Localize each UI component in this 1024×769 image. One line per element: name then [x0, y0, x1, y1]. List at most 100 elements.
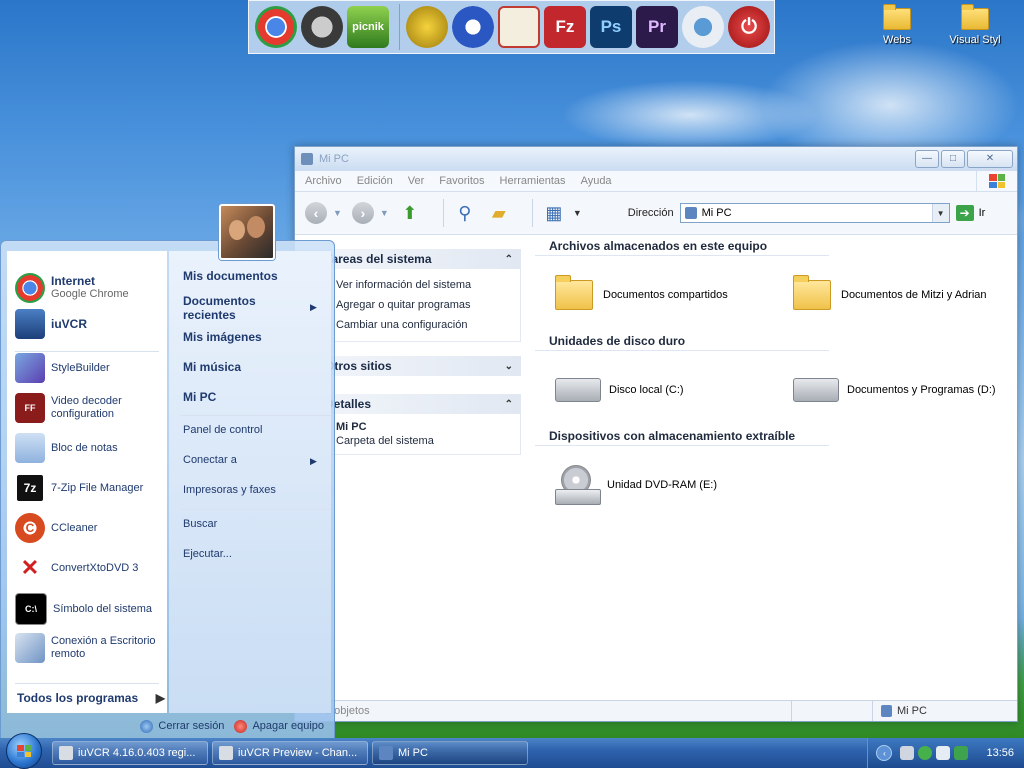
- recent-7zip[interactable]: 7z 7-Zip File Manager: [7, 473, 143, 503]
- start-button[interactable]: [6, 733, 42, 769]
- place-my-pictures[interactable]: Mis imágenes: [169, 330, 331, 344]
- windows-flag-icon: [976, 171, 1017, 191]
- toolbar-separator: [443, 199, 444, 227]
- menu-herramientas[interactable]: Herramientas: [500, 175, 566, 187]
- volume-icon[interactable]: [954, 746, 968, 760]
- menu-favoritos[interactable]: Favoritos: [439, 175, 484, 187]
- desktop-icon-webs[interactable]: Webs: [861, 2, 933, 46]
- place-my-music[interactable]: Mi música: [169, 360, 331, 374]
- status-empty: [791, 701, 872, 721]
- place-my-documents[interactable]: Mis documentos: [169, 269, 331, 283]
- task-add-remove-programs[interactable]: Agregar o quitar programas: [336, 295, 520, 315]
- dvd-drive-icon: [555, 465, 599, 505]
- address-dropdown-icon[interactable]: ▼: [932, 204, 949, 222]
- recent-stylebuilder[interactable]: StyleBuilder: [7, 353, 110, 383]
- collapse-icon[interactable]: ⌃: [505, 254, 513, 265]
- play-icon[interactable]: [452, 6, 494, 48]
- place-my-pc[interactable]: Mi PC: [169, 390, 331, 404]
- notepad-icon: [15, 433, 45, 463]
- network-icon[interactable]: [900, 746, 914, 760]
- hard-disk-icon: [793, 378, 839, 402]
- start-menu-places: Mis documentos Documentos recientes ▶ Mi…: [169, 251, 331, 713]
- notepad-icon[interactable]: [498, 6, 540, 48]
- recent-remote-desktop[interactable]: Conexión a Escritorio remoto: [7, 633, 159, 663]
- recent-ccleaner[interactable]: C CCleaner: [7, 513, 97, 543]
- taskbar-item-iuvcr[interactable]: iuVCR 4.16.0.403 regi...: [52, 741, 208, 765]
- place-connect-to[interactable]: Conectar a: [169, 454, 331, 466]
- filezilla-icon[interactable]: Fz: [544, 6, 586, 48]
- premiere-icon[interactable]: Pr: [636, 6, 678, 48]
- back-dropdown-icon[interactable]: ▼: [333, 208, 342, 218]
- menu-edicion[interactable]: Edición: [357, 175, 393, 187]
- expand-icon[interactable]: ⌄: [505, 361, 513, 372]
- shutdown-button[interactable]: Apagar equipo: [234, 720, 324, 733]
- chrome-icon[interactable]: [255, 6, 297, 48]
- recent-command-prompt[interactable]: C:\ Símbolo del sistema: [7, 593, 152, 625]
- taskbar-item-mi-pc[interactable]: Mi PC: [372, 741, 528, 765]
- forward-button[interactable]: ›: [352, 202, 374, 224]
- status-icon[interactable]: [918, 746, 932, 760]
- place-printers[interactable]: Impresoras y faxes: [169, 484, 331, 496]
- go-button[interactable]: Ir: [979, 207, 986, 219]
- recent-convertxtodvd[interactable]: ✕ ConvertXtoDVD 3: [7, 553, 138, 583]
- grooveshark-icon[interactable]: [301, 6, 343, 48]
- task-change-setting[interactable]: Cambiar una configuración: [336, 315, 520, 335]
- logoff-button[interactable]: Cerrar sesión: [140, 720, 224, 733]
- pinned-name: iuVCR: [51, 318, 87, 331]
- explorer-window: Mi PC — □ ✕ Archivo Edición Ver Favorito…: [294, 146, 1018, 722]
- desktop-icon-visual-styl[interactable]: Visual Styl: [939, 2, 1011, 46]
- photoshop-icon[interactable]: Ps: [590, 6, 632, 48]
- file-list: Archivos almacenados en este equipo Docu…: [535, 235, 1017, 701]
- views-icon[interactable]: ▦: [543, 202, 565, 224]
- network-icon[interactable]: [682, 6, 724, 48]
- back-button[interactable]: ‹: [305, 202, 327, 224]
- item-dvd-drive-e[interactable]: Unidad DVD-RAM (E:): [535, 465, 773, 505]
- forward-dropdown-icon[interactable]: ▼: [380, 208, 389, 218]
- details-description: Carpeta del sistema: [336, 434, 520, 448]
- group-hard-disks: Unidades de disco duro: [535, 334, 829, 351]
- clock[interactable]: 13:56: [986, 747, 1014, 759]
- show-hidden-icons-button[interactable]: ‹: [876, 745, 892, 761]
- task-view-system-info[interactable]: Ver información del sistema: [336, 275, 520, 295]
- computer-icon: [685, 207, 697, 219]
- place-control-panel[interactable]: Panel de control: [169, 424, 331, 436]
- folders-icon[interactable]: ▰: [488, 202, 510, 224]
- place-run[interactable]: Ejecutar...: [169, 548, 331, 560]
- toolbar-separator: [532, 199, 533, 227]
- collapse-icon[interactable]: ⌃: [505, 399, 513, 410]
- pinned-internet[interactable]: InternetGoogle Chrome: [7, 273, 129, 303]
- minimize-button[interactable]: —: [915, 150, 939, 168]
- item-disk-d[interactable]: Documentos y Programas (D:): [773, 378, 1011, 402]
- logoff-label: Cerrar sesión: [158, 720, 224, 732]
- close-button[interactable]: ✕: [967, 150, 1013, 168]
- all-programs-button[interactable]: Todos los programas ▶: [17, 691, 165, 705]
- place-search[interactable]: Buscar: [169, 518, 331, 530]
- computer-icon: [301, 153, 313, 165]
- views-dropdown-icon[interactable]: ▼: [573, 208, 582, 218]
- picnik-icon[interactable]: picnik: [347, 6, 389, 48]
- search-icon[interactable]: ⚲: [454, 202, 476, 224]
- start-menu-programs: InternetGoogle Chrome iuVCR StyleBuilder…: [7, 251, 167, 713]
- title-bar[interactable]: Mi PC — □ ✕: [295, 147, 1017, 171]
- menu-archivo[interactable]: Archivo: [305, 175, 342, 187]
- item-user-documents[interactable]: Documentos de Mitzi y Adrian: [773, 280, 1011, 310]
- recent-notepad[interactable]: Bloc de notas: [7, 433, 118, 463]
- pinned-iuvcr[interactable]: iuVCR: [7, 309, 87, 339]
- user-avatar[interactable]: [219, 204, 275, 260]
- connection-icon[interactable]: [936, 746, 950, 760]
- up-folder-icon[interactable]: ⬆: [399, 202, 421, 224]
- go-arrow-icon[interactable]: ➔: [956, 205, 974, 221]
- maximize-button[interactable]: □: [941, 150, 965, 168]
- menu-ayuda[interactable]: Ayuda: [581, 175, 612, 187]
- address-bar[interactable]: Mi PC ▼: [680, 203, 950, 223]
- item-shared-documents[interactable]: Documentos compartidos: [535, 280, 773, 310]
- menu-ver[interactable]: Ver: [408, 175, 425, 187]
- item-local-disk-c[interactable]: Disco local (C:): [535, 378, 773, 402]
- place-recent-documents[interactable]: Documentos recientes: [169, 294, 283, 322]
- media-icon[interactable]: [406, 6, 448, 48]
- recent-video-decoder[interactable]: FF Video decoder configuration: [7, 393, 147, 423]
- folder-icon: [883, 8, 911, 30]
- details-name: Mi PC: [336, 420, 520, 434]
- power-icon[interactable]: ⏻: [728, 6, 770, 48]
- taskbar-item-iuvcr-preview[interactable]: iuVCR Preview - Chan...: [212, 741, 368, 765]
